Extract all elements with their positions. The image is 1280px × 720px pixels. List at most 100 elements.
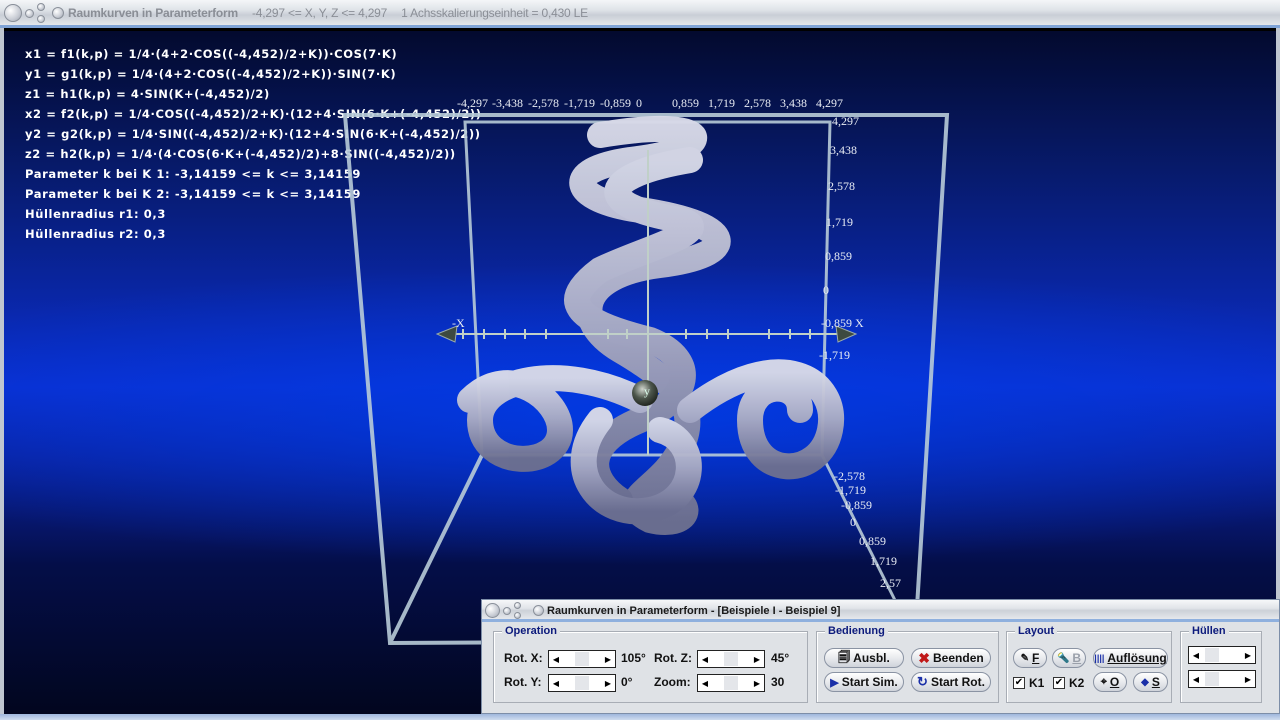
panel-menu-icon[interactable] (533, 605, 544, 616)
o-label: O (1109, 675, 1120, 689)
box-edge-bl (388, 454, 484, 644)
diagonal-tick-label: 2,57 (880, 576, 901, 590)
brush-icon: ✎ (1020, 652, 1030, 664)
panel-orb-icon[interactable] (485, 603, 500, 618)
right-tick-label: 1,719 (826, 215, 853, 229)
beenden-label: Beenden (933, 651, 984, 665)
rot-y-value: 0° (621, 675, 633, 689)
diagonal-tick-label: 1,719 (870, 554, 897, 568)
arrow-left-icon[interactable]: ◀ (698, 651, 712, 667)
beenden-button[interactable]: ✖ Beenden (911, 648, 991, 668)
rot-y-label: Rot. Y: (504, 675, 542, 689)
layout-group: Layout ✎ F 🔦 B |||| Auflösung ✔ K1 ✔ K2 ⌖ O … (1006, 625, 1172, 703)
aufloesung-button[interactable]: |||| Auflösung (1093, 648, 1168, 668)
hull-radius-2-slider[interactable]: ◀ ▶ (1188, 670, 1256, 688)
start-simulation-button[interactable]: ▶ Start Sim. (824, 672, 904, 692)
origin-o-button[interactable]: ⌖ O (1093, 672, 1127, 692)
top-tick-label: -1,719 (564, 96, 595, 110)
s-label: S (1151, 675, 1160, 689)
arrow-right-icon[interactable]: ▶ (601, 651, 615, 667)
operation-group: Operation Rot. X: ◀ ▶ 105° Rot. Z: ◀ ▶ 45°… (493, 625, 808, 703)
aufloesung-label: Auflösung (1107, 651, 1167, 665)
top-tick-label: -0,859 (600, 96, 631, 110)
k1-label: K1 (1029, 676, 1045, 690)
b-label: B (1072, 651, 1082, 665)
top-tick-label: 3,438 (780, 96, 807, 110)
arrow-right-icon[interactable]: ▶ (1241, 671, 1255, 687)
top-tick-label: -2,578 (528, 96, 559, 110)
slider-thumb[interactable] (724, 652, 738, 666)
diagonal-tick-label: 0,859 (859, 534, 886, 548)
right-tick-label: -1,719 (819, 348, 850, 362)
rot-x-label: Rot. X: (504, 651, 543, 665)
k2-checkbox[interactable]: ✔ (1053, 677, 1065, 689)
start-rot-label: Start Rot. (930, 675, 985, 689)
arrow-left-icon[interactable]: ◀ (549, 675, 563, 691)
panel-maximize-icon[interactable] (514, 602, 521, 609)
top-tick-label: -4,297 (457, 96, 488, 110)
document-icon: 🗐 (838, 649, 851, 664)
hull-radius-1-slider[interactable]: ◀ ▶ (1188, 646, 1256, 664)
rot-z-value: 45° (771, 651, 790, 665)
slider-thumb[interactable] (724, 676, 738, 690)
right-tick-label: 0 (823, 283, 829, 297)
space-curve-tubes (457, 116, 845, 535)
diagonal-tick-label: -1,719 (835, 483, 866, 497)
zoom-value: 30 (771, 675, 785, 689)
arrow-right-icon[interactable]: ▶ (1241, 647, 1255, 663)
x-axis-pos-label: X (855, 316, 864, 330)
bedienung-group-title: Bedienung (825, 625, 888, 637)
color-f-button[interactable]: ✎ F (1013, 648, 1047, 668)
arrow-left-icon[interactable]: ◀ (1189, 671, 1203, 687)
top-tick-label: 4,297 (816, 96, 843, 110)
f-label: F (1032, 651, 1040, 665)
y-axis-label: y (644, 384, 650, 398)
right-tick-label: 3,438 (830, 143, 857, 157)
arrow-left-icon[interactable]: ◀ (698, 675, 712, 691)
play-icon: ▶ (830, 676, 839, 689)
arrow-left-icon[interactable]: ◀ (1189, 647, 1203, 663)
control-panel-window: Raumkurven in Parameterform - [Beispiele… (481, 599, 1280, 714)
rot-z-slider[interactable]: ◀ ▶ (697, 650, 765, 668)
arrow-right-icon[interactable]: ▶ (750, 651, 764, 667)
x-axis-neg-label: -X (452, 316, 465, 330)
arrow-right-icon[interactable]: ▶ (750, 675, 764, 691)
operation-group-title: Operation (502, 625, 560, 637)
flashlight-icon: 🔦 (1056, 652, 1070, 664)
rot-y-slider[interactable]: ◀ ▶ (548, 674, 616, 692)
start-rotation-button[interactable]: ↻ Start Rot. (911, 672, 991, 692)
arrow-left-icon[interactable]: ◀ (549, 651, 563, 667)
slider-thumb[interactable] (1205, 648, 1219, 662)
huellen-group-title: Hüllen (1189, 625, 1229, 637)
top-tick-label: 0 (636, 96, 642, 110)
save-s-button[interactable]: ◆ S (1133, 672, 1168, 692)
zoom-slider[interactable]: ◀ ▶ (697, 674, 765, 692)
resolution-icon: |||| (1094, 653, 1105, 663)
control-panel-title-bar[interactable]: Raumkurven in Parameterform - [Beispiele… (482, 600, 1279, 622)
close-x-icon: ✖ (918, 649, 931, 666)
top-tick-label: 1,719 (708, 96, 735, 110)
top-tick-label: -3,438 (492, 96, 523, 110)
slider-thumb[interactable] (1205, 672, 1219, 686)
panel-close-icon[interactable] (514, 612, 521, 619)
right-tick-label: -0,859 (821, 316, 852, 330)
arrow-right-icon[interactable]: ▶ (601, 675, 615, 691)
rot-x-slider[interactable]: ◀ ▶ (548, 650, 616, 668)
rot-z-label: Rot. Z: (654, 651, 692, 665)
right-tick-label: 4,297 (832, 114, 859, 128)
diagonal-tick-label: 0 (850, 515, 856, 529)
ausblenden-label: Ausbl. (853, 651, 890, 665)
right-tick-label: 0,859 (825, 249, 852, 263)
slider-thumb[interactable] (575, 652, 589, 666)
curve-k2-loop-right (677, 359, 845, 480)
diagonal-tick-label: -0,859 (841, 498, 872, 512)
rotate-icon: ↻ (917, 674, 928, 689)
k1-checkbox[interactable]: ✔ (1013, 677, 1025, 689)
ausblenden-button[interactable]: 🗐 Ausbl. (824, 648, 904, 668)
zoom-label: Zoom: (654, 675, 691, 689)
rot-x-value: 105° (621, 651, 646, 665)
start-sim-label: Start Sim. (841, 675, 898, 689)
light-b-button[interactable]: 🔦 B (1052, 648, 1086, 668)
panel-minimize-icon[interactable] (503, 607, 511, 615)
slider-thumb[interactable] (575, 676, 589, 690)
